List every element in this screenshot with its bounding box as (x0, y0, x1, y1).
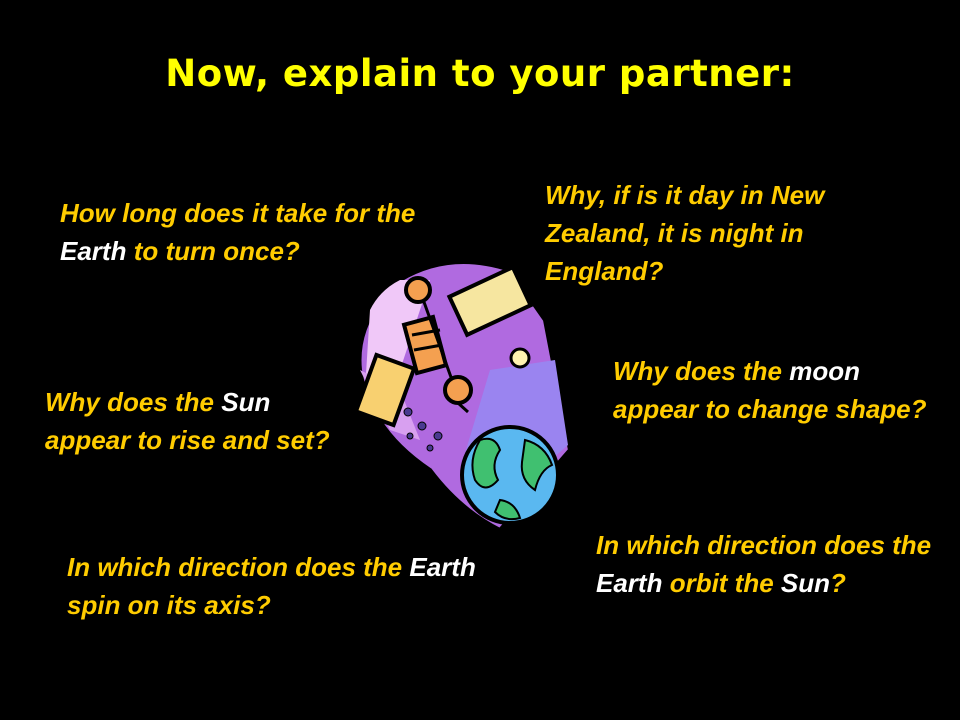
small-moon-icon (509, 347, 531, 369)
highlight-word: moon (789, 356, 861, 386)
highlight-word: Sun (221, 387, 271, 417)
highlight-word: Sun (780, 568, 831, 598)
question-text: Why does the (45, 387, 222, 417)
question-text: appear to change shape? (613, 394, 927, 424)
question-earth-orbit-direction: In which direction does the Earth orbit … (596, 526, 936, 602)
question-text: How long does it take for the (60, 198, 416, 228)
slide-title: Now, explain to your partner: (165, 52, 795, 95)
question-text: to turn once? (126, 236, 300, 266)
question-earth-spin-direction: In which direction does the Earth spin o… (67, 548, 487, 624)
question-text: Why does the (613, 356, 790, 386)
earth-icon (460, 425, 560, 525)
highlight-word: Earth (409, 552, 476, 582)
question-day-night: Why, if is it day in New Zealand, it is … (545, 176, 925, 290)
question-sun-rise-set: Why does the Sun appear to rise and set? (45, 383, 345, 459)
highlight-word: Earth (60, 236, 127, 266)
question-moon-shape: Why does the moon appear to change shape… (613, 352, 943, 428)
question-text: appear to rise and set? (45, 425, 330, 455)
space-satellite-earth-clipart (353, 260, 573, 533)
question-text: orbit the (662, 568, 781, 598)
question-text: In which direction does the (596, 530, 932, 560)
question-text: spin on its axis? (67, 590, 271, 620)
highlight-word: Earth (596, 568, 663, 598)
question-text: ? (830, 568, 846, 598)
question-text: In which direction does the (67, 552, 410, 582)
